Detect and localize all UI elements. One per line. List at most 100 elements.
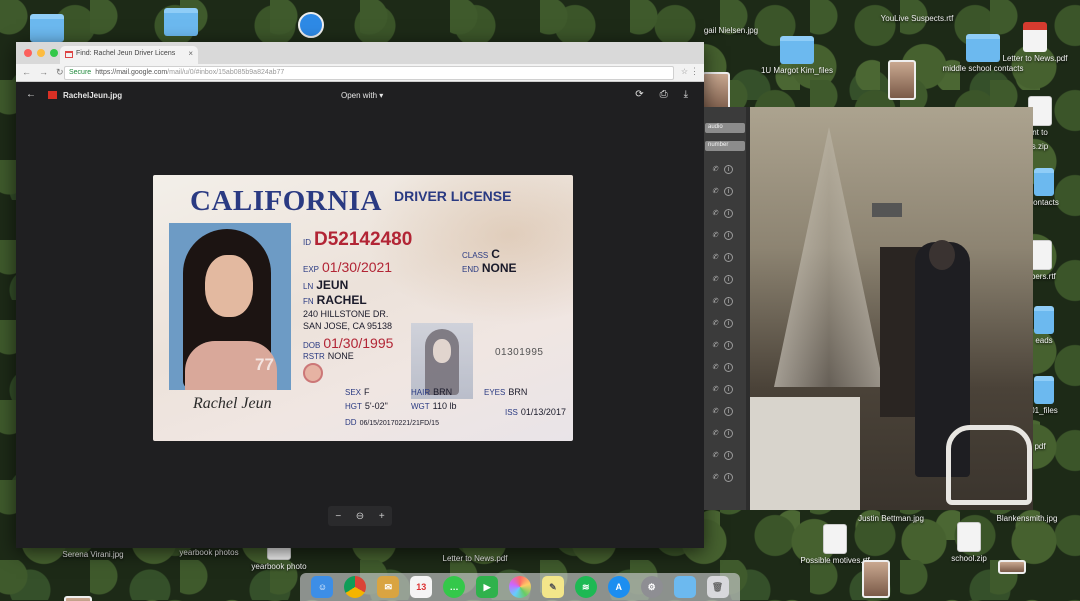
mail-icon[interactable]: ✉ xyxy=(377,576,400,598)
desktop-pdf-letter-to-news[interactable]: Letter to News.pdf xyxy=(990,22,1080,63)
license-card-number: 01301995 xyxy=(495,347,544,358)
phone-icon[interactable]: ✆ xyxy=(712,407,718,416)
contact-row[interactable]: ✆ i xyxy=(712,341,733,350)
desktop-folder[interactable] xyxy=(2,14,92,42)
contact-row[interactable]: ✆ i xyxy=(712,319,733,328)
license-first-name: FN RACHEL xyxy=(303,293,367,307)
phone-icon[interactable]: ✆ xyxy=(712,385,718,394)
license-address-line1: 240 HILLSTONE DR. xyxy=(303,309,389,319)
zoom-in-button[interactable]: + xyxy=(379,511,385,522)
phone-icon[interactable]: ✆ xyxy=(712,275,718,284)
reload-icon[interactable]: ↻ xyxy=(56,67,64,78)
spotify-icon[interactable]: ≋ xyxy=(574,576,597,598)
minimize-window-button[interactable] xyxy=(37,49,45,57)
desktop-file-school-zip[interactable]: school.zip xyxy=(924,522,1014,563)
info-icon[interactable]: i xyxy=(723,473,733,482)
desktop-folder-margot-kim[interactable]: 1U Margot Kim_files xyxy=(752,36,842,75)
close-tab-icon[interactable]: × xyxy=(188,49,193,58)
info-icon[interactable]: i xyxy=(723,407,733,416)
maximize-window-button[interactable] xyxy=(50,49,58,57)
zoom-out-button[interactable]: − xyxy=(335,511,341,522)
contact-row[interactable]: ✆ i xyxy=(712,363,733,372)
info-icon[interactable]: i xyxy=(723,319,733,328)
contact-row[interactable]: ✆ i xyxy=(712,473,733,482)
contact-row[interactable]: ✆ i xyxy=(712,407,733,416)
add-to-drive-icon[interactable]: ⟳ xyxy=(635,89,643,100)
info-icon[interactable]: i xyxy=(723,253,733,262)
back-arrow-icon[interactable]: ← xyxy=(26,89,36,100)
finder-icon[interactable]: ☺ xyxy=(311,576,334,598)
browser-tab[interactable]: Find: Rachel Jeun Driver Licens × xyxy=(60,46,198,64)
facetime-icon[interactable]: ▶ xyxy=(476,576,499,598)
info-icon[interactable]: i xyxy=(723,165,733,174)
contact-row[interactable]: ✆ i xyxy=(712,209,733,218)
folder-icon[interactable] xyxy=(673,576,696,598)
contact-row[interactable]: ✆ i xyxy=(712,231,733,240)
desktop-file-justin-bettman[interactable]: Justin Bettman.jpg xyxy=(846,512,936,598)
info-icon[interactable]: i xyxy=(723,187,733,196)
print-icon[interactable]: ⎙ xyxy=(660,89,668,100)
desktop-file-suspects[interactable]: YouLive Suspects.rtf xyxy=(872,12,962,100)
phone-icon[interactable]: ✆ xyxy=(712,231,718,240)
app-store-icon[interactable]: A xyxy=(607,576,630,598)
folder-icon xyxy=(164,8,198,36)
desktop-pdf-letter-to-news-2[interactable]: Letter to News.pdf xyxy=(430,552,520,563)
notes-icon[interactable]: ✎ xyxy=(541,576,564,598)
phone-icon[interactable]: ✆ xyxy=(712,297,718,306)
trash-icon[interactable]: 🗑 xyxy=(706,576,729,598)
desktop-folder[interactable] xyxy=(136,8,226,36)
messages-icon[interactable]: … xyxy=(443,576,466,598)
folder-icon xyxy=(1034,376,1054,404)
phone-icon[interactable]: ✆ xyxy=(712,473,718,482)
contact-row[interactable]: ✆ i xyxy=(712,165,733,174)
forward-arrow-icon[interactable]: → xyxy=(39,67,48,78)
bookmark-star-icon[interactable]: ☆ xyxy=(681,67,688,76)
desktop-safari[interactable] xyxy=(266,12,356,38)
chrome-icon[interactable] xyxy=(344,576,367,598)
contact-row[interactable]: ✆ i xyxy=(712,275,733,284)
desktop-file-possible-motives[interactable]: Possible motives.rtf xyxy=(790,524,880,565)
info-icon[interactable]: i xyxy=(723,385,733,394)
contact-row[interactable]: ✆ i xyxy=(712,297,733,306)
phone-icon[interactable]: ✆ xyxy=(712,341,718,350)
zoom-reset-button[interactable]: ⊖ xyxy=(356,511,364,522)
phone-icon[interactable]: ✆ xyxy=(712,187,718,196)
desktop-file-yearbook-photo[interactable]: yearbook photo xyxy=(234,546,324,571)
info-icon[interactable]: i xyxy=(723,451,733,460)
tab-title: Find: Rachel Jeun Driver Licens xyxy=(76,50,176,57)
download-icon[interactable]: ⤓ xyxy=(684,89,688,100)
desktop-file-gail-nielsen[interactable]: gail Nielsen.jpg xyxy=(686,24,776,114)
phone-icon[interactable]: ✆ xyxy=(712,363,718,372)
desktop-file-blankensmith[interactable]: Blankensmith.jpg xyxy=(982,512,1072,574)
settings-icon[interactable]: ⚙ xyxy=(640,576,663,598)
contact-row[interactable]: ✆ i xyxy=(712,187,733,196)
contact-row[interactable]: ✆ i xyxy=(712,451,733,460)
phone-icon[interactable]: ✆ xyxy=(712,165,718,174)
open-with-button[interactable]: Open with ▾ xyxy=(341,91,383,100)
phone-icon[interactable]: ✆ xyxy=(712,253,718,262)
calendar-icon[interactable]: 13 xyxy=(410,576,433,598)
info-icon[interactable]: i xyxy=(723,363,733,372)
secure-label: Secure xyxy=(69,69,92,76)
contact-row[interactable]: ✆ i xyxy=(712,385,733,394)
contact-row[interactable]: ✆ i xyxy=(712,253,733,262)
license-eyes: EYES BRN xyxy=(484,387,528,397)
info-icon[interactable]: i xyxy=(723,297,733,306)
phone-icon[interactable]: ✆ xyxy=(712,451,718,460)
phone-icon[interactable]: ✆ xyxy=(712,319,718,328)
phone-icon[interactable]: ✆ xyxy=(712,209,718,218)
contact-row[interactable]: ✆ i xyxy=(712,429,733,438)
info-icon[interactable]: i xyxy=(723,231,733,240)
info-icon[interactable]: i xyxy=(723,429,733,438)
url-input[interactable]: Secure https://mail.google.com/mail/u/0/#… xyxy=(64,66,674,80)
info-icon[interactable]: i xyxy=(723,209,733,218)
phone-icon[interactable]: ✆ xyxy=(712,429,718,438)
nav-buttons: ← → ↻ xyxy=(22,67,64,78)
browser-menu-icon[interactable]: ⋮ xyxy=(690,66,699,77)
back-arrow-icon[interactable]: ← xyxy=(22,67,31,78)
photos-icon[interactable] xyxy=(508,576,531,598)
info-icon[interactable]: i xyxy=(723,341,733,350)
close-window-button[interactable] xyxy=(24,49,32,57)
desktop-file-serena-virani[interactable]: Serena Virani.jpg xyxy=(48,548,138,601)
info-icon[interactable]: i xyxy=(723,275,733,284)
